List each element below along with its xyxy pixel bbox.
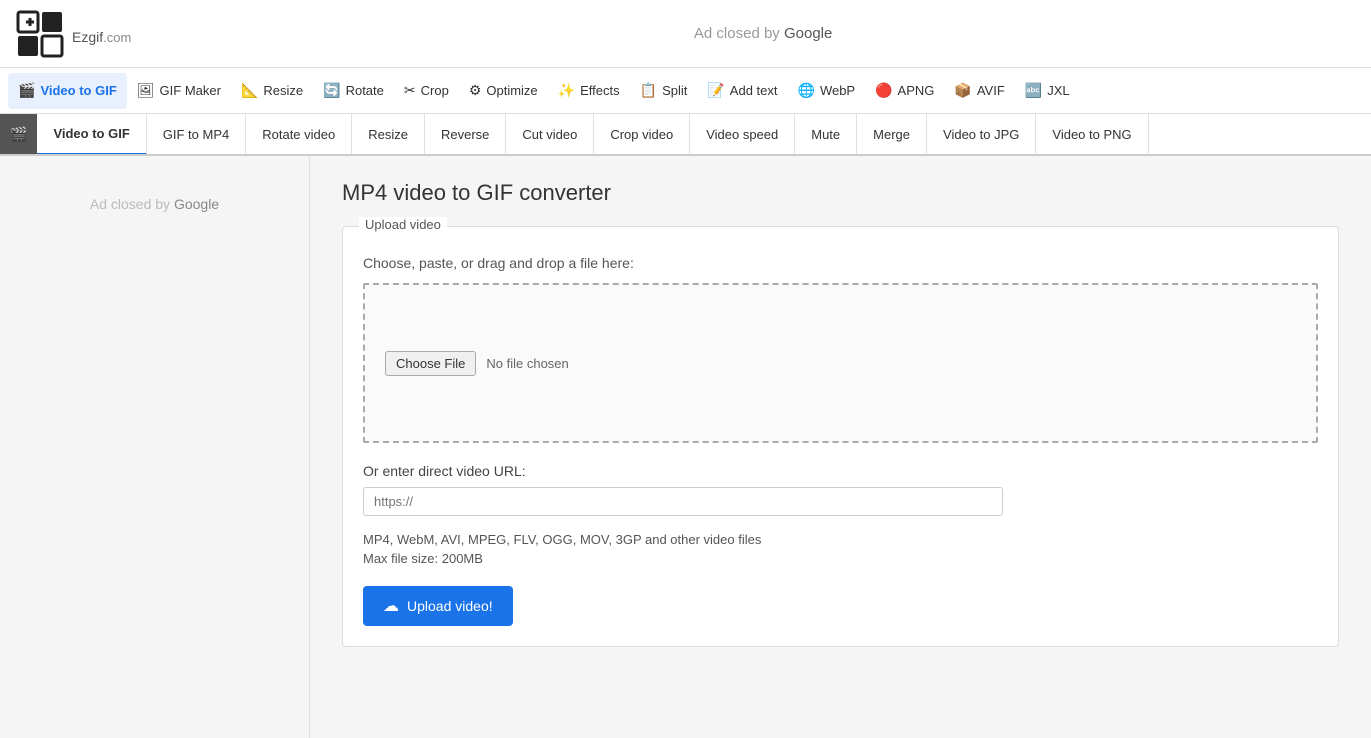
supported-formats: MP4, WebM, AVI, MPEG, FLV, OGG, MOV, 3GP… (363, 532, 1318, 547)
nav-item-apng[interactable]: 🔴 APNG (865, 73, 944, 109)
apng-icon: 🔴 (875, 82, 892, 99)
nav-item-effects[interactable]: ✨ Effects (548, 73, 630, 109)
sidebar: Ad closed by Google (0, 156, 310, 738)
crop-icon: ✂ (404, 82, 416, 99)
nav-item-video-to-gif[interactable]: 🎬 Video to GIF (8, 73, 127, 109)
ad-closed-sidebar: Ad closed by Google (16, 196, 293, 212)
drop-zone[interactable]: Choose File No file chosen (363, 283, 1318, 443)
file-input-wrapper: Choose File No file chosen (385, 351, 569, 376)
sub-nav-merge[interactable]: Merge (857, 114, 927, 155)
url-input[interactable] (363, 487, 1003, 516)
sub-nav-crop-video[interactable]: Crop video (594, 114, 690, 155)
sub-nav-mute[interactable]: Mute (795, 114, 857, 155)
sub-nav-reverse[interactable]: Reverse (425, 114, 506, 155)
nav-item-resize[interactable]: 📐 Resize (231, 73, 313, 109)
resize-icon: 📐 (241, 82, 258, 99)
nav-item-add-text[interactable]: 📝 Add text (697, 73, 787, 109)
logo-icon (16, 10, 64, 58)
sub-nav: 🎬 Video to GIF GIF to MP4 Rotate video R… (0, 114, 1371, 156)
sub-nav-rotate-video[interactable]: Rotate video (246, 114, 352, 155)
logo-text: Ezgif.com (72, 18, 131, 49)
sub-nav-video-to-gif[interactable]: Video to GIF (37, 114, 146, 155)
upload-hint: Choose, paste, or drag and drop a file h… (363, 255, 1318, 271)
sub-nav-gif-to-mp4[interactable]: GIF to MP4 (147, 114, 246, 155)
split-icon: 📋 (640, 82, 657, 99)
sub-nav-video-to-png[interactable]: Video to PNG (1036, 114, 1148, 155)
nav-item-rotate[interactable]: 🔄 Rotate (313, 73, 394, 109)
optimize-icon: ⚙ (469, 82, 482, 99)
upload-button[interactable]: ☁ Upload video! (363, 586, 513, 626)
max-size: Max file size: 200MB (363, 551, 1318, 566)
upload-icon: ☁ (383, 596, 399, 616)
upload-section: Upload video Choose, paste, or drag and … (342, 226, 1339, 647)
nav-item-crop[interactable]: ✂ Crop (394, 73, 459, 109)
webp-icon: 🌐 (798, 82, 815, 99)
nav-item-split[interactable]: 📋 Split (630, 73, 698, 109)
page-title: MP4 video to GIF converter (342, 180, 1339, 206)
logo-link[interactable]: Ezgif.com (16, 10, 131, 58)
nav-item-gif-maker[interactable]: 🖼 GIF Maker (127, 73, 231, 109)
ad-area-top: Ad closed by Google (171, 25, 1355, 42)
ad-closed-text-top: Ad closed by Google (694, 25, 832, 42)
main-content: MP4 video to GIF converter Upload video … (310, 156, 1371, 738)
nav-item-optimize[interactable]: ⚙ Optimize (459, 73, 548, 109)
url-label: Or enter direct video URL: (363, 463, 1318, 479)
nav-item-webp[interactable]: 🌐 WebP (788, 73, 866, 109)
sub-nav-video-speed[interactable]: Video speed (690, 114, 795, 155)
sub-nav-resize[interactable]: Resize (352, 114, 425, 155)
sub-nav-video-to-jpg[interactable]: Video to JPG (927, 114, 1036, 155)
add-text-icon: 📝 (707, 82, 724, 99)
no-file-text: No file chosen (486, 356, 568, 371)
avif-icon: 📦 (954, 82, 971, 99)
top-header: Ezgif.com Ad closed by Google (0, 0, 1371, 68)
main-nav: 🎬 Video to GIF 🖼 GIF Maker 📐 Resize 🔄 Ro… (0, 68, 1371, 114)
effects-icon: ✨ (558, 82, 575, 99)
sub-nav-cut-video[interactable]: Cut video (506, 114, 594, 155)
upload-legend: Upload video (359, 217, 447, 232)
choose-file-button[interactable]: Choose File (385, 351, 476, 376)
film-icon: 🎬 (0, 114, 37, 155)
video-to-gif-icon: 🎬 (18, 82, 35, 99)
nav-item-jxl[interactable]: 🔤 JXL (1015, 73, 1080, 109)
jxl-icon: 🔤 (1025, 82, 1042, 99)
page-layout: Ad closed by Google MP4 video to GIF con… (0, 156, 1371, 738)
rotate-icon: 🔄 (323, 82, 340, 99)
gif-maker-icon: 🖼 (137, 82, 155, 99)
nav-item-avif[interactable]: 📦 AVIF (944, 73, 1014, 109)
